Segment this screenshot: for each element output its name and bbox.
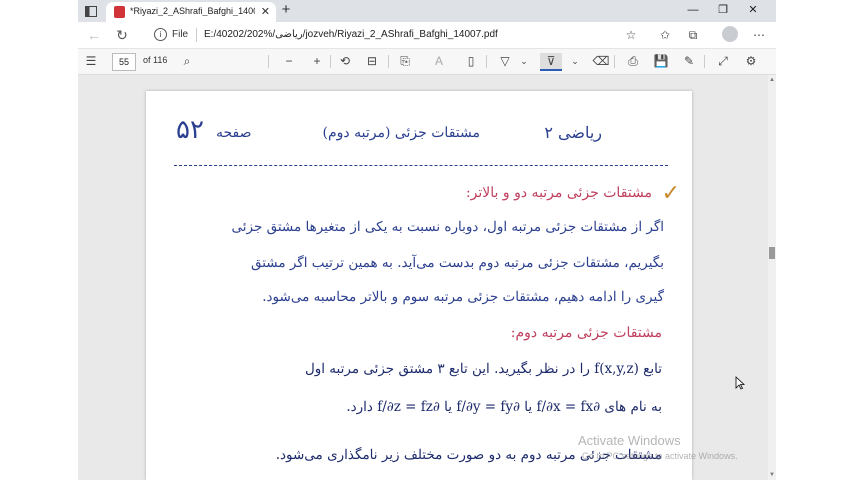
desktop-left-margin (0, 0, 78, 480)
address-separator (196, 28, 197, 42)
para-1-line-3: گیری را ادامه دهیم، مشتقات جزئی مرتبه سو… (262, 289, 664, 305)
print-icon[interactable]: ⎙ (624, 53, 642, 69)
fullscreen-icon[interactable]: ⤢ (714, 53, 732, 69)
activate-windows-title: Activate Windows (578, 433, 681, 448)
page-number: ۵۲ (176, 115, 204, 145)
para-2-line-1: تابع f(x,y,z) را در نظر بگیرید. این تابع… (304, 361, 662, 377)
header-title: ریاضی ۲ (544, 123, 602, 142)
para-1-line-1: اگر از مشتقات جزئی مرتبه اول، دوباره نسب… (231, 219, 664, 235)
profile-avatar[interactable] (722, 26, 738, 42)
close-window-button[interactable]: ✕ (742, 0, 764, 22)
checkmark-icon: ✓ (661, 181, 680, 206)
tab-actions-icon (85, 5, 97, 17)
title-bar: *Riyazi_2_AShrafi_Bafghi_14007.pdf ✕ + —… (78, 0, 776, 22)
highlight-dropdown-icon[interactable]: ⌄ (566, 53, 584, 69)
file-scheme-label: File (172, 29, 189, 40)
pdf-favicon-icon (114, 6, 125, 18)
zoom-in-icon[interactable]: + (308, 53, 326, 69)
info-icon[interactable]: i (154, 28, 167, 41)
collections-icon[interactable]: ⧉ (684, 27, 702, 43)
maximize-button[interactable]: ❐ (712, 0, 734, 22)
page-number-input[interactable]: 55 (112, 53, 136, 71)
mouse-cursor-icon (735, 376, 745, 390)
heading-2: مشتقات جزئی مرتبه دوم: (510, 325, 662, 341)
toolbar-separator (388, 55, 389, 68)
page-total-label: of 116 (143, 55, 168, 65)
read-aloud-icon[interactable]: A (430, 53, 448, 69)
save-icon[interactable]: 💾 (652, 53, 670, 69)
desktop-right-margin (776, 0, 854, 480)
contents-icon[interactable]: ☰ (82, 53, 100, 69)
erase-icon[interactable]: ⌫ (592, 53, 610, 69)
draw-dropdown-icon[interactable]: ⌄ (515, 53, 533, 69)
pdf-page: ریاضی ۲ مشتقات جزئی (مرتبه دوم) صفحه ۵۲ … (146, 91, 692, 480)
rotate-icon[interactable]: ⟲ (336, 53, 354, 69)
back-button[interactable]: ← (84, 26, 104, 44)
zoom-out-icon[interactable]: − (280, 53, 298, 69)
pdf-viewer[interactable]: ریاضی ۲ مشتقات جزئی (مرتبه دوم) صفحه ۵۲ … (78, 75, 768, 480)
scroll-down-icon[interactable]: ▼ (769, 472, 775, 478)
favorites-icon[interactable]: ✩ (656, 27, 674, 43)
favorite-star-icon[interactable]: ☆ (622, 27, 640, 43)
header-subtitle: مشتقات جزئی (مرتبه دوم) (322, 125, 480, 141)
two-page-icon[interactable]: ▯ (462, 53, 480, 69)
tab-actions-button[interactable] (82, 3, 100, 19)
save-as-icon[interactable]: ✎ (680, 53, 698, 69)
browser-window: *Riyazi_2_AShrafi_Bafghi_14007.pdf ✕ + —… (78, 0, 776, 480)
address-bar[interactable]: i File E:/40202/202%/ریاضی/jozveh/Riyazi… (140, 24, 660, 46)
page-label: صفحه (216, 125, 252, 141)
para-1-line-2: بگیریم، مشتقات جزئی مرتبه دوم بدست می‌آی… (250, 255, 664, 271)
pdf-toolbar: ☰ 55 of 116 ⌕ − + ⟲ ⊟ ⎘ A ▯ ▽ ⌄ ⊽ ⌄ ⌫ ⎙ … (78, 49, 776, 75)
tab-close-icon[interactable]: ✕ (261, 5, 270, 18)
heading-1: مشتقات جزئی مرتبه دو و بالاتر: (465, 185, 652, 201)
toolbar-separator (704, 55, 705, 68)
header-divider (174, 165, 668, 166)
url-text[interactable]: E:/40202/202%/ریاضی/jozveh/Riyazi_2_AShr… (204, 29, 498, 40)
toolbar-separator (268, 55, 269, 68)
navigation-bar: ← ↻ i File E:/40202/202%/ریاضی/jozveh/Ri… (78, 22, 776, 49)
search-icon[interactable]: ⌕ (178, 53, 196, 69)
scroll-thumb[interactable] (769, 247, 775, 259)
tab-title: *Riyazi_2_AShrafi_Bafghi_14007.pdf (130, 6, 255, 16)
scroll-up-icon[interactable]: ▲ (769, 77, 775, 83)
toolbar-separator (330, 55, 331, 68)
minimize-button[interactable]: — (682, 0, 704, 22)
draw-icon[interactable]: ▽ (496, 53, 514, 69)
more-options-icon[interactable]: ⋯ (750, 27, 768, 43)
para-2-line-2: به نام های ∂f/∂x = fx یا ∂f/∂y = fy یا ∂… (346, 399, 662, 415)
active-tab[interactable]: *Riyazi_2_AShrafi_Bafghi_14007.pdf ✕ (106, 2, 276, 22)
refresh-button[interactable]: ↻ (112, 26, 132, 44)
new-tab-button[interactable]: + (277, 1, 295, 19)
settings-gear-icon[interactable]: ⚙ (742, 53, 760, 69)
activate-windows-subtitle: Go to PC settings to activate Windows. (582, 451, 738, 461)
highlight-icon[interactable]: ⊽ (540, 53, 562, 71)
toolbar-separator (614, 55, 615, 68)
vertical-scrollbar[interactable]: ▲ ▼ (768, 75, 776, 480)
fit-page-icon[interactable]: ⊟ (363, 53, 381, 69)
page-view-icon[interactable]: ⎘ (396, 53, 414, 69)
toolbar-separator (486, 55, 487, 68)
